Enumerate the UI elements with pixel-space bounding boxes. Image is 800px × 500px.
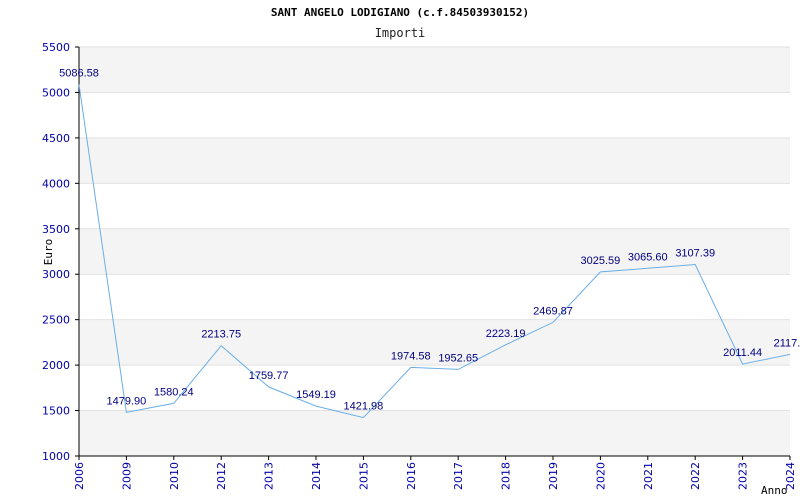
x-axis-label: Anno [761,484,788,497]
x-tick-label: 2015 [357,462,370,490]
x-tick-label: 2014 [310,462,323,490]
x-tick-label: 2009 [120,462,133,490]
data-label: 1421.98 [344,401,384,413]
data-label: 1549.19 [296,389,336,401]
data-label: 1974.58 [391,350,431,362]
x-tick-labels: 2006 2009 2010 2012 2013 2014 2015 2016 2017 2018… [73,456,797,490]
y-tick-label: 3000 [42,268,70,281]
grid-band [79,410,790,456]
data-label: 1952.65 [438,352,478,364]
data-label: 2223.19 [486,328,526,340]
data-label: 3065.60 [628,251,668,263]
x-tick-label: 2017 [452,462,465,490]
x-tick-label: 2021 [642,462,655,490]
data-label: 2469.87 [533,305,573,317]
data-label: 1580.24 [154,386,194,398]
x-tick-label: 2012 [215,462,228,490]
y-tick-label: 2500 [42,314,70,327]
line-chart: 1000 1500 2000 2500 3000 3500 4000 4500 5000 5500… [42,6,800,497]
chart-title: SANT ANGELO LODIGIANO (c.f.84503930152) [271,6,529,19]
grid-band [79,319,790,366]
y-tick-label: 2000 [42,359,70,372]
x-tick-label: 2020 [594,462,607,490]
data-label: 2011.44 [723,347,762,359]
x-tick-label: 2022 [689,462,702,490]
data-label: 1759.77 [249,370,289,382]
data-label: 5086.58 [59,68,99,80]
data-label: 2213.75 [201,329,241,341]
x-tick-label: 2010 [168,462,181,490]
y-tick-label: 1500 [42,405,70,418]
data-label: 2117.5 [774,337,800,349]
chart-subtitle: Importi [375,26,426,40]
y-tick-label: 4000 [42,177,70,190]
y-tick-label: 5500 [42,41,70,54]
x-tick-label: 2019 [547,462,560,490]
x-tick-label: 2006 [73,462,86,490]
y-axis-label: Euro [42,239,55,266]
x-tick-label: 2016 [405,462,418,490]
y-tick-label: 4500 [42,132,70,145]
x-tick-label: 2023 [737,462,750,490]
y-tick-label: 3500 [42,223,70,236]
y-tick-label: 5000 [42,86,70,99]
x-tick-label: 2013 [263,462,276,490]
data-label: 3107.39 [675,247,715,259]
x-tick-label: 2018 [500,462,513,490]
grid-band [79,137,790,184]
grid-band [79,47,790,93]
y-tick-label: 1000 [42,450,70,463]
data-label: 3025.59 [581,255,621,267]
data-label: 1479.90 [107,395,147,407]
